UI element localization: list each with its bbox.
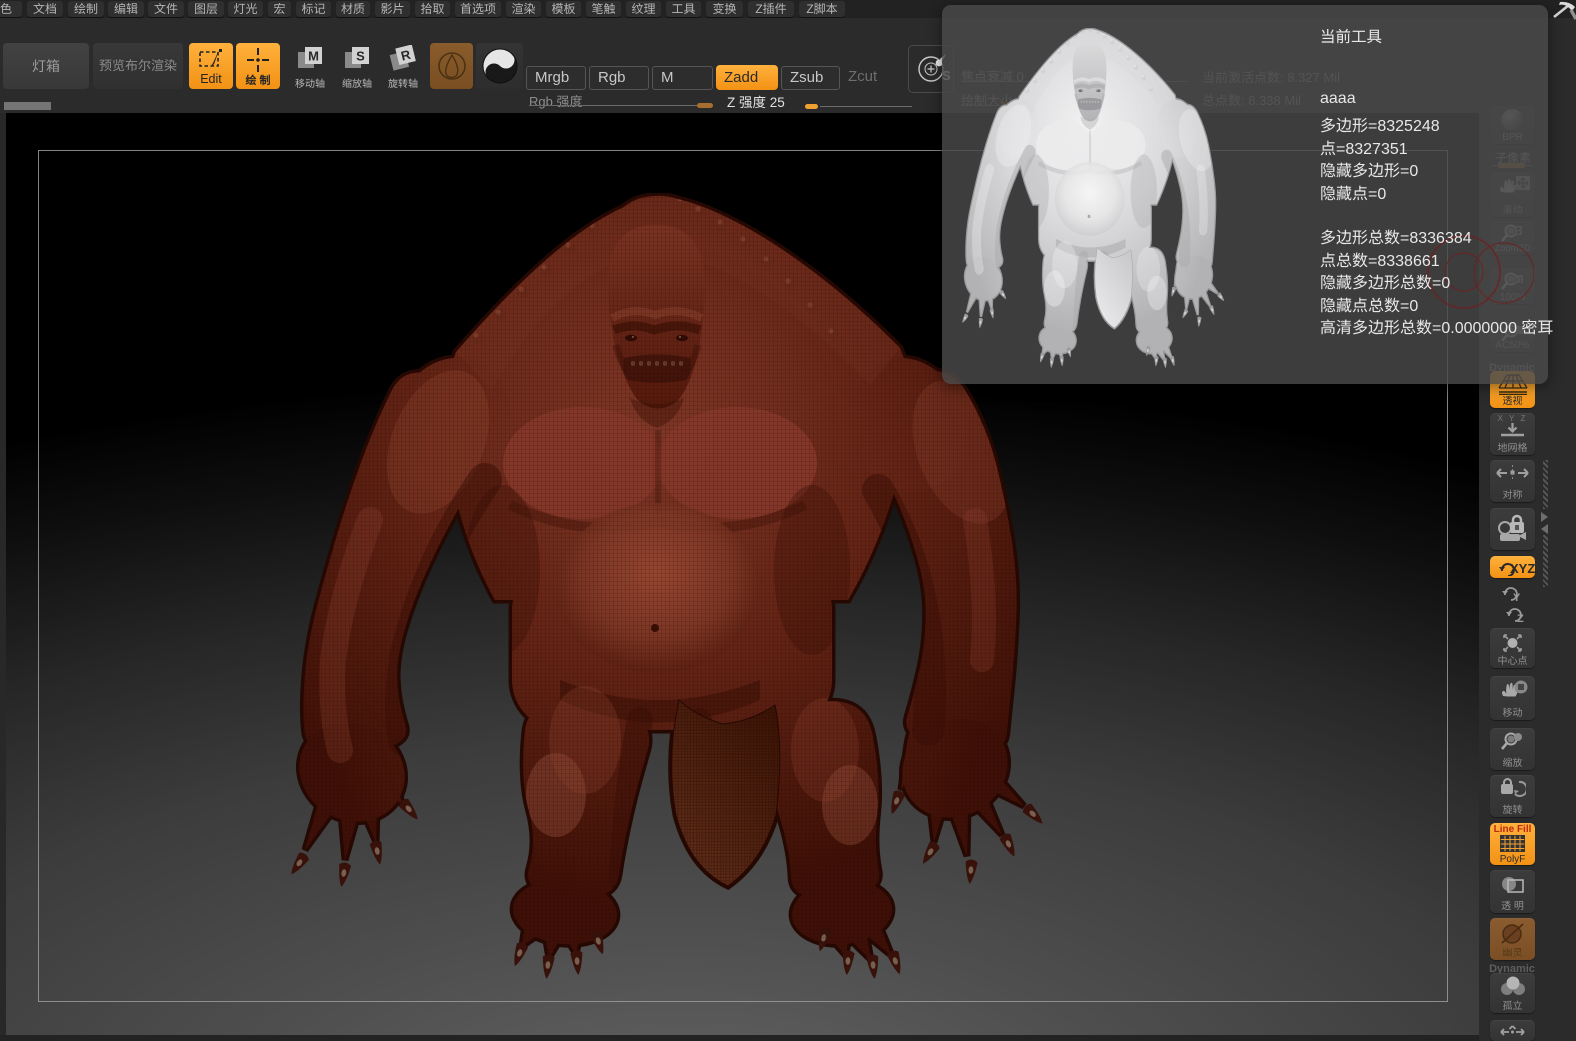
svg-text:S: S <box>356 49 365 64</box>
svg-text:Y: Y <box>1513 592 1521 603</box>
svg-text:M: M <box>308 49 319 64</box>
svg-text:XYZ: XYZ <box>1510 561 1535 576</box>
svg-text:Z: Z <box>1517 613 1524 624</box>
